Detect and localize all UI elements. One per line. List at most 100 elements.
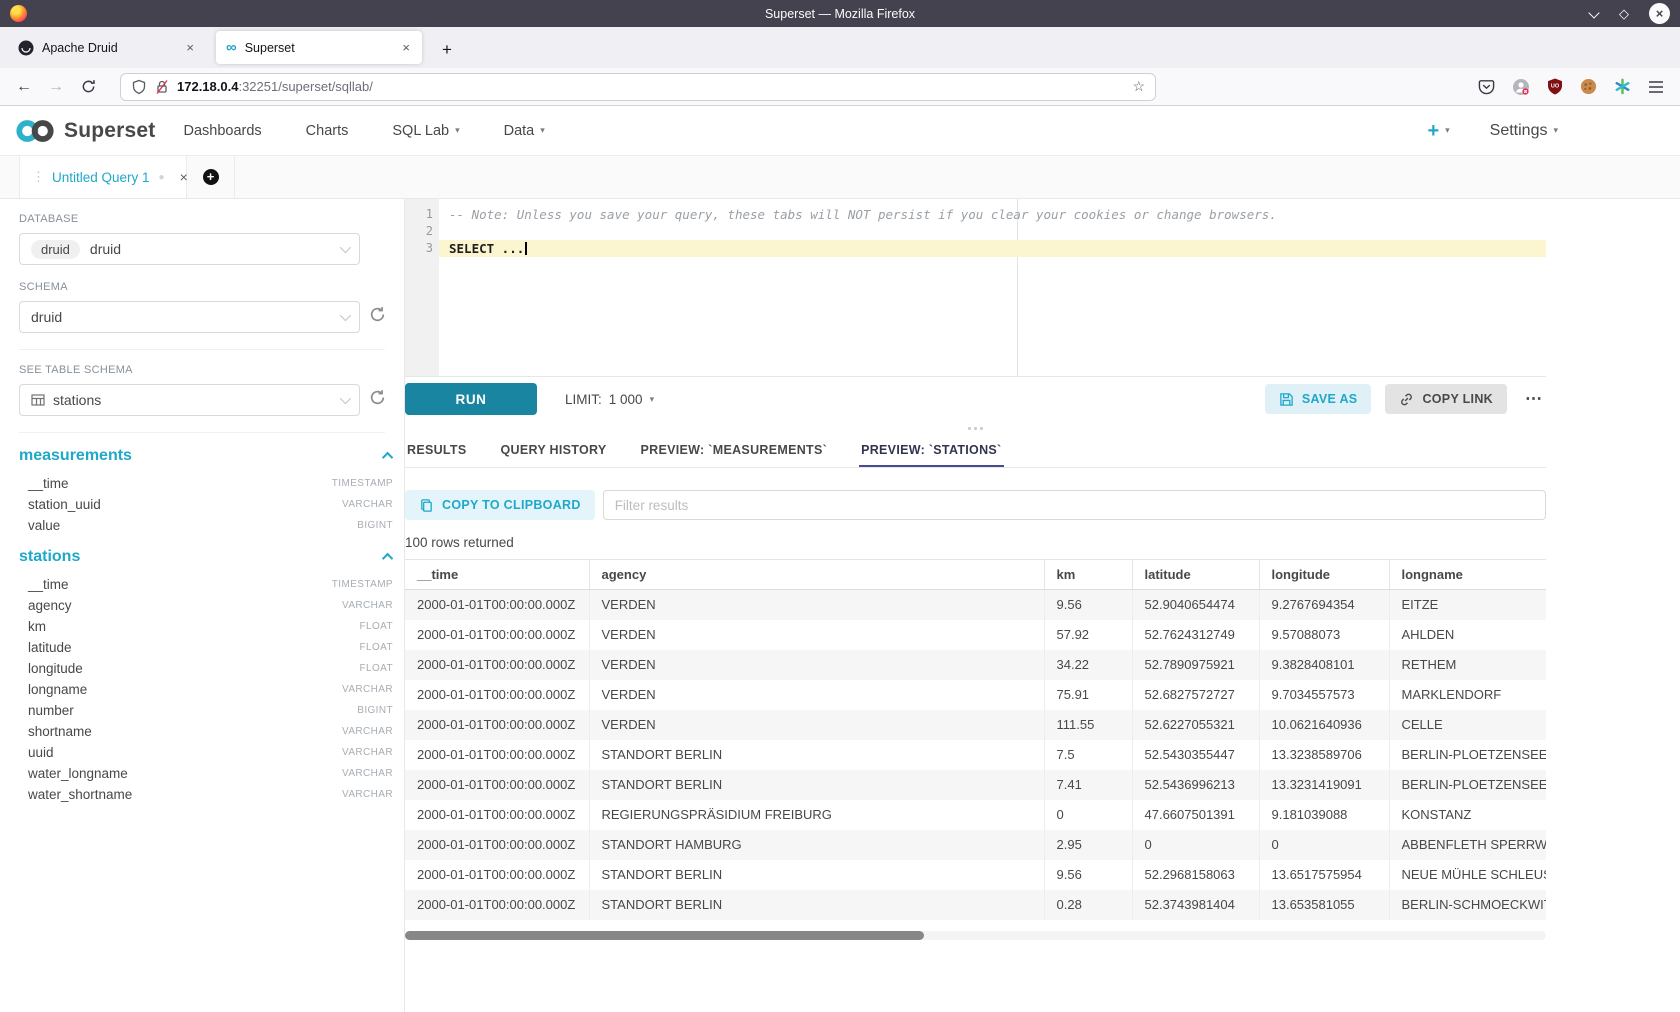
asterisk-extension-icon[interactable] [1614, 78, 1631, 95]
limit-value: 1 000 [609, 392, 643, 407]
schema-value: druid [31, 309, 62, 325]
pane-resize-handle[interactable] [405, 421, 1546, 436]
bookmark-star-icon[interactable]: ☆ [1132, 78, 1145, 95]
results-tab[interactable]: PREVIEW: `MEASUREMENTS` [639, 436, 830, 467]
column-header-cell[interactable]: longname [1389, 560, 1546, 590]
table-refresh-button[interactable] [369, 389, 386, 411]
table-row: 2000-01-01T00:00:00.000ZSTANDORT HAMBURG… [405, 830, 1546, 860]
database-select[interactable]: druid druid [19, 233, 360, 265]
table-row: 2000-01-01T00:00:00.000ZVERDEN34.2252.78… [405, 650, 1546, 680]
browser-tab-druid[interactable]: Apache Druid × [8, 31, 206, 64]
code-area[interactable]: -- Note: Unless you save your query, the… [439, 199, 1546, 376]
window-minimize-button[interactable] [1589, 9, 1599, 19]
column-header-cell[interactable]: agency [589, 560, 1044, 590]
copy-to-clipboard-button[interactable]: COPY TO CLIPBOARD [405, 490, 595, 520]
editor-pane: 1 2 3 -- Note: Unless you save your quer… [405, 199, 1680, 1012]
column-header-cell[interactable]: km [1044, 560, 1132, 590]
pocket-icon[interactable] [1478, 78, 1495, 95]
schema-refresh-button[interactable] [369, 306, 386, 328]
results-tab[interactable]: PREVIEW: `STATIONS` [859, 436, 1003, 467]
settings-menu[interactable]: Settings▾ [1490, 122, 1558, 140]
account-extension-icon[interactable] [1512, 78, 1530, 96]
table-grid-icon [31, 393, 45, 407]
browser-tab-strip: Apache Druid × ∞ Superset × + [0, 27, 1680, 68]
nav-item-charts[interactable]: Charts [306, 123, 349, 139]
refresh-icon [369, 389, 386, 406]
chevron-up-icon[interactable] [382, 553, 393, 564]
tracking-shield-icon[interactable] [131, 79, 147, 95]
browser-tab-superset[interactable]: ∞ Superset × [216, 31, 422, 64]
schema-column-row: __timeTIMESTAMP [19, 473, 393, 494]
sql-editor[interactable]: 1 2 3 -- Note: Unless you save your quer… [405, 199, 1546, 377]
svg-text:UO: UO [1551, 84, 1560, 90]
results-tab[interactable]: RESULTS [405, 436, 469, 467]
column-name: value [19, 518, 60, 533]
filter-results-input[interactable] [603, 490, 1546, 520]
save-as-button[interactable]: SAVE AS [1265, 384, 1372, 414]
schema-table-header[interactable]: measurements [19, 447, 393, 465]
schema-column-row: longnameVARCHAR [19, 679, 393, 700]
column-name: water_shortname [19, 787, 132, 802]
table-cell: AHLDEN [1389, 620, 1546, 650]
save-icon [1279, 392, 1294, 407]
superset-brand[interactable]: Superset [12, 117, 155, 145]
table-cell: 2000-01-01T00:00:00.000Z [405, 650, 589, 680]
query-tab[interactable]: ⋮ Untitled Query 1 ● × [19, 156, 187, 198]
table-cell: 75.91 [1044, 680, 1132, 710]
tab-close-icon[interactable]: × [400, 40, 412, 55]
scrollbar-thumb[interactable] [405, 931, 924, 940]
table-cell: EITZE [1389, 590, 1546, 620]
column-header-cell[interactable]: longitude [1259, 560, 1389, 590]
results-body: 2000-01-01T00:00:00.000ZVERDEN9.5652.904… [405, 590, 1546, 920]
hamburger-icon [1648, 80, 1664, 94]
schema-column-row: longitudeFLOAT [19, 658, 393, 679]
more-options-button[interactable]: ⋯ [1521, 389, 1546, 409]
url-text: 172.18.0.4:32251/superset/sqllab/ [177, 79, 373, 94]
column-list: __timeTIMESTAMPagencyVARCHARkmFLOATlatit… [19, 574, 393, 805]
chevron-up-icon[interactable] [382, 452, 393, 463]
copy-link-button[interactable]: COPY LINK [1385, 384, 1507, 414]
column-name: longname [19, 682, 87, 697]
add-query-tab-button[interactable]: + [187, 156, 235, 198]
column-header-cell[interactable]: __time [405, 560, 589, 590]
limit-control[interactable]: LIMIT: 1 000 ▾ [565, 392, 654, 407]
results-tab-bar: RESULTS QUERY HISTORY PREVIEW: `MEASUREMEN… [405, 436, 1546, 468]
nav-item-sql-lab[interactable]: SQL Lab▾ [392, 123, 459, 139]
nav-item-data[interactable]: Data▾ [504, 123, 545, 139]
horizontal-scrollbar[interactable] [405, 931, 1546, 940]
schema-table-header[interactable]: stations [19, 548, 393, 566]
url-field[interactable]: 172.18.0.4:32251/superset/sqllab/ ☆ [120, 73, 1156, 101]
table-cell: 7.41 [1044, 770, 1132, 800]
run-button[interactable]: RUN [405, 383, 537, 415]
table-row: 2000-01-01T00:00:00.000ZSTANDORT BERLIN7… [405, 740, 1546, 770]
table-row: 2000-01-01T00:00:00.000ZVERDEN57.9252.76… [405, 620, 1546, 650]
table-cell: VERDEN [589, 710, 1044, 740]
divider [19, 432, 385, 433]
back-button[interactable]: ← [10, 73, 38, 101]
cookie-extension-icon[interactable] [1580, 78, 1597, 95]
schema-column-row: water_shortnameVARCHAR [19, 784, 393, 805]
results-tab[interactable]: QUERY HISTORY [499, 436, 609, 467]
column-list: __timeTIMESTAMPstation_uuidVARCHARvalueB… [19, 473, 393, 536]
nav-item-dashboards[interactable]: Dashboards [183, 123, 261, 139]
insecure-lock-icon[interactable] [155, 79, 169, 95]
window-close-button[interactable]: × [1649, 3, 1670, 24]
table-row: 2000-01-01T00:00:00.000ZVERDEN111.5552.6… [405, 710, 1546, 740]
new-tab-button[interactable]: + [434, 40, 460, 60]
add-new-menu[interactable]: +▾ [1427, 121, 1449, 141]
ublock-extension-icon[interactable]: UO [1547, 78, 1563, 95]
superset-logo-icon [12, 117, 58, 145]
chevron-down-icon [340, 242, 351, 253]
table-cell: MARKLENDORF [1389, 680, 1546, 710]
table-select[interactable]: stations [19, 384, 360, 416]
drag-handle-icon[interactable]: ⋮ [32, 169, 43, 185]
tab-close-icon[interactable]: × [184, 40, 196, 55]
window-maximize-button[interactable]: ◇ [1619, 7, 1629, 20]
table-cell: VERDEN [589, 590, 1044, 620]
schema-select[interactable]: druid [19, 301, 360, 333]
table-cell: 2000-01-01T00:00:00.000Z [405, 800, 589, 830]
column-header-cell[interactable]: latitude [1132, 560, 1259, 590]
forward-button[interactable]: → [42, 73, 70, 101]
reload-button[interactable] [74, 73, 102, 101]
menu-button[interactable] [1648, 80, 1664, 94]
